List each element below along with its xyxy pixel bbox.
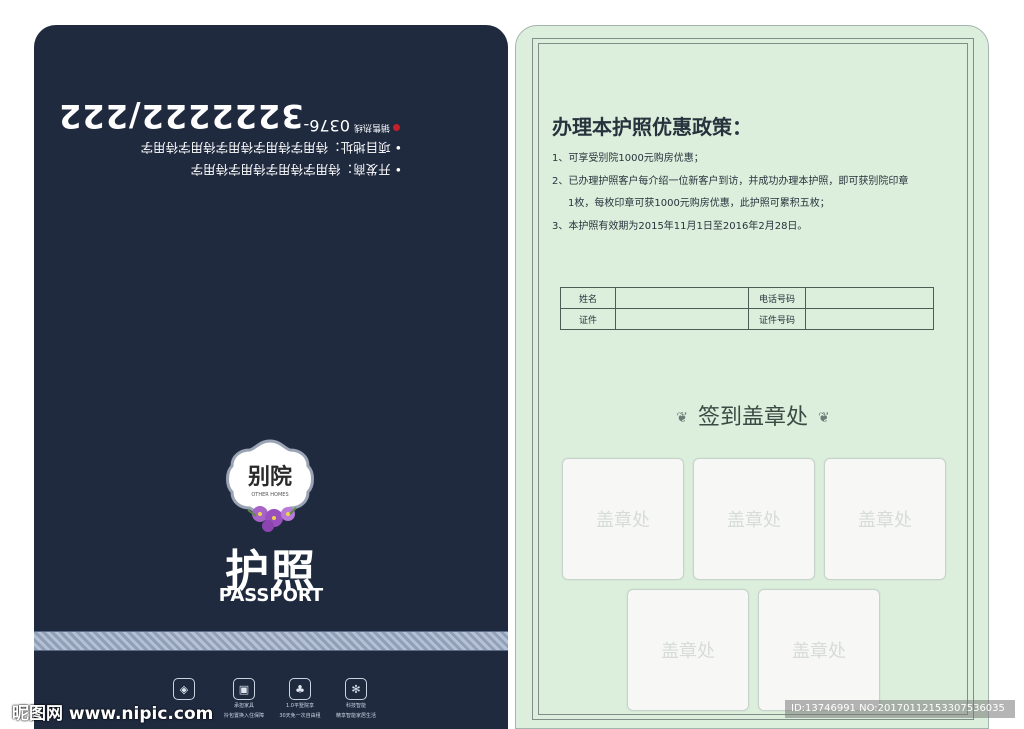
- phone-number: 3222222/222: [58, 97, 304, 135]
- phone-label: 电话号码: [748, 287, 806, 309]
- stamp-box[interactable]: 盖章处: [562, 458, 684, 580]
- passport-cover: 销售热线0376-3222222/222 • 开发商：待用字待用字待用字待用字 …: [34, 25, 508, 729]
- id-number-field[interactable]: [805, 308, 934, 330]
- purple-flower-icon: [247, 506, 297, 532]
- area-code: 0376-: [303, 116, 350, 135]
- feature-item: ♣ 1.0平墅院享 30天免一次自由租: [270, 678, 330, 720]
- sofa-icon: ▣: [233, 678, 255, 700]
- nipic-watermark: 昵图网 www.nipic.com: [12, 704, 214, 724]
- network-icon: ✻: [345, 678, 367, 700]
- hotline-label: 销售热线: [354, 122, 400, 132]
- sign-title: 签到盖章处: [697, 405, 808, 430]
- customer-info-form: 姓名 电话号码 证件 证件号码: [560, 287, 934, 330]
- developer-line: • 开发商：待用字待用字待用字待用字: [190, 162, 402, 177]
- policy-item: 1枚，每枚印章可获1000元购房优惠，此护照可累积五枚；: [568, 198, 830, 209]
- sales-hotline: 销售热线 0376-3222222/222: [58, 97, 400, 135]
- passport-title-en: PASSPORT: [218, 585, 324, 606]
- stamp-box[interactable]: 盖章处: [758, 589, 880, 711]
- decorative-pattern-band: [34, 631, 508, 651]
- page-border-inner: [538, 43, 968, 715]
- diamond-icon: ◈: [173, 678, 195, 700]
- name-field[interactable]: [615, 287, 749, 309]
- stamp-box[interactable]: 盖章处: [824, 458, 946, 580]
- project-address-line: • 项目地址：待用字待用字待用字待用字待用字: [140, 140, 402, 155]
- policy-item: 3、本护照有效期为2015年11月1日至2016年2月28日。: [552, 221, 808, 232]
- phone-field[interactable]: [805, 287, 934, 309]
- stamp-box[interactable]: 盖章处: [693, 458, 815, 580]
- policy-title: 办理本护照优惠政策：: [552, 115, 752, 139]
- id-label: 证件: [560, 308, 616, 330]
- sign-stamp-heading: ❦ 签到盖章处 ❦: [516, 399, 990, 431]
- policy-page: 办理本护照优惠政策： 1、可享受别院1000元购房优惠； 2、已办理护照客户每介…: [515, 25, 989, 729]
- feature-item: ✻ 科技智能 精享智能家居生活: [326, 678, 386, 720]
- image-id-watermark: ID:13746991 NO:20170112153307536035: [785, 700, 1015, 718]
- logo-subtext: OTHER HOMES: [251, 492, 288, 498]
- stamp-box[interactable]: 盖章处: [627, 589, 749, 711]
- ornament-right-icon: ❦: [818, 410, 830, 426]
- id-number-label: 证件号码: [748, 308, 806, 330]
- policy-item: 2、已办理护照客户每介绍一位新客户到访，并成功办理本护照，即可获别院印章: [552, 176, 909, 187]
- feature-item: ▣ 承担家具 拎包置换入住保障: [214, 678, 274, 720]
- id-field[interactable]: [615, 308, 749, 330]
- tree-icon: ♣: [289, 678, 311, 700]
- name-label: 姓名: [560, 287, 616, 309]
- ornament-left-icon: ❦: [676, 410, 688, 426]
- logo-text: 别院: [247, 464, 292, 490]
- policy-item: 1、可享受别院1000元购房优惠；: [552, 153, 704, 164]
